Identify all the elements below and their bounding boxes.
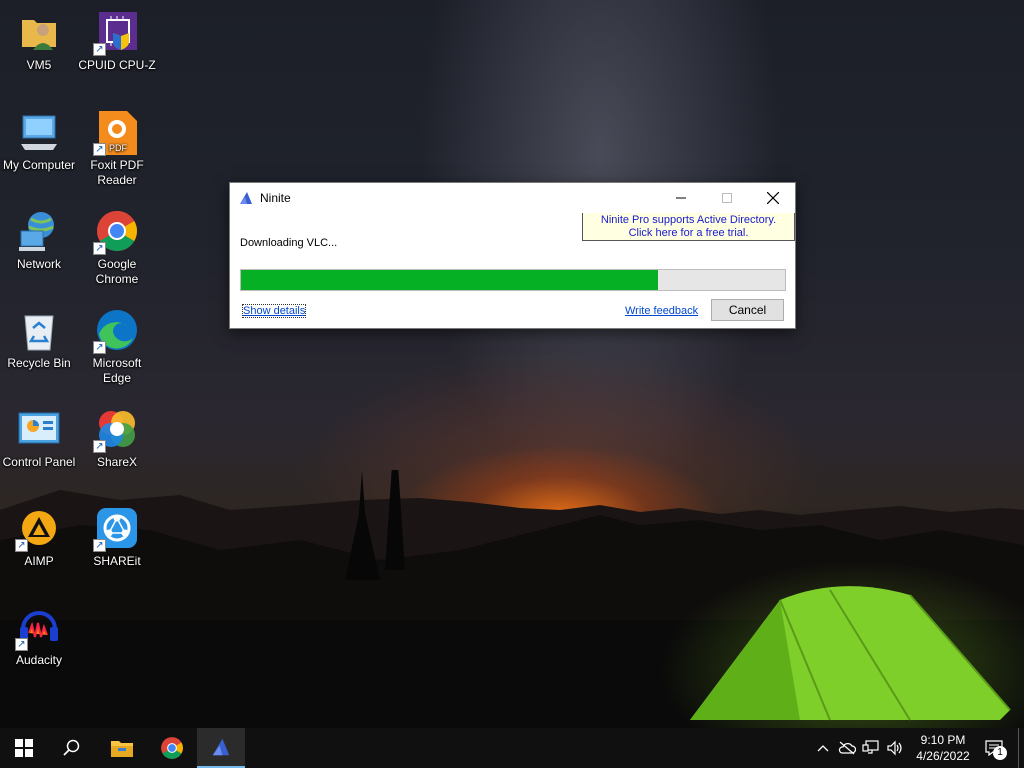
desktop-icon-edge[interactable]: ↗ Microsoft Edge [78, 306, 156, 386]
desktop-icon-foxit[interactable]: PDF ↗ Foxit PDF Reader [78, 108, 156, 188]
chevron-up-icon [817, 745, 829, 752]
chrome-icon: ↗ [93, 207, 141, 255]
desktop-icon-my-computer[interactable]: My Computer [0, 108, 78, 173]
foxit-pdf-icon: PDF ↗ [93, 108, 141, 156]
shortcut-arrow-icon: ↗ [93, 242, 106, 255]
user-folder-icon [15, 8, 63, 56]
show-desktop-button[interactable] [1018, 728, 1024, 768]
desktop-icon-recycle-bin[interactable]: Recycle Bin [0, 306, 78, 371]
network-icon [15, 207, 63, 255]
start-button[interactable] [0, 728, 48, 768]
audacity-icon: ↗ [15, 603, 63, 651]
close-icon [767, 192, 779, 204]
window-client-area: Ninite Pro supports Active Directory. Cl… [230, 213, 795, 328]
ninite-window: Ninite Ninite Pro supports Active Direct… [229, 182, 796, 329]
download-progress-bar [240, 269, 786, 291]
shortcut-arrow-icon: ↗ [15, 638, 28, 651]
network-wired-icon [862, 740, 879, 754]
write-feedback-link[interactable]: Write feedback [625, 305, 698, 317]
close-button[interactable] [750, 183, 796, 213]
taskbar-clock[interactable]: 9:10 PM 4/26/2022 [912, 732, 974, 764]
show-details-link[interactable]: Show details [241, 304, 307, 318]
shareit-icon: ↗ [93, 504, 141, 552]
taskbar-chrome[interactable] [148, 728, 196, 768]
show-hidden-icons-button[interactable] [814, 728, 832, 768]
window-titlebar[interactable]: Ninite [230, 183, 795, 213]
promo-line-2: Click here for a free trial. [628, 227, 749, 239]
progress-fill [241, 270, 658, 290]
minimize-icon [676, 197, 686, 199]
shortcut-arrow-icon: ↗ [93, 539, 106, 552]
windows-logo-icon [15, 739, 33, 757]
chrome-icon [161, 737, 183, 759]
cloud-offline-icon [838, 741, 856, 755]
taskbar-ninite[interactable] [197, 728, 245, 768]
ninite-logo-icon [212, 738, 230, 756]
desktop-icon-vm5[interactable]: VM5 [0, 8, 78, 73]
shortcut-arrow-icon: ↗ [93, 43, 106, 56]
speaker-icon [887, 740, 902, 756]
shortcut-arrow-icon: ↗ [93, 440, 106, 453]
desktop-icon-shareit[interactable]: ↗ SHAREit [78, 504, 156, 569]
taskbar-file-explorer[interactable] [98, 728, 146, 768]
file-explorer-icon [111, 741, 133, 757]
tent-illustration [690, 586, 1011, 721]
tray-onedrive[interactable] [836, 728, 858, 768]
search-icon [63, 739, 80, 756]
recycle-bin-icon [15, 306, 63, 354]
desktop-icon-audacity[interactable]: ↗ Audacity [0, 603, 78, 668]
maximize-button[interactable] [704, 183, 750, 213]
tray-network[interactable] [860, 728, 882, 768]
tray-volume[interactable] [884, 728, 906, 768]
shortcut-arrow-icon: ↗ [93, 341, 106, 354]
ninite-pro-promo-link[interactable]: Ninite Pro supports Active Directory. Cl… [582, 213, 795, 241]
action-center-button[interactable]: 1 [982, 728, 1007, 768]
shortcut-arrow-icon: ↗ [15, 539, 28, 552]
desktop-icon-sharex[interactable]: ↗ ShareX [78, 405, 156, 470]
maximize-icon [722, 193, 732, 203]
shortcut-arrow-icon: ↗ [93, 143, 106, 156]
minimize-button[interactable] [658, 183, 704, 213]
promo-line-1: Ninite Pro supports Active Directory. [600, 214, 777, 226]
svg-text:PDF: PDF [109, 143, 128, 153]
edge-icon: ↗ [93, 306, 141, 354]
desktop-icon-chrome[interactable]: ↗ Google Chrome [78, 207, 156, 287]
control-panel-icon [15, 405, 63, 453]
aimp-icon: ↗ [15, 504, 63, 552]
notification-count-badge: 1 [993, 746, 1007, 760]
desktop-icon-network[interactable]: Network [0, 207, 78, 272]
clock-time: 9:10 PM [920, 733, 966, 747]
ninite-logo-icon [240, 192, 252, 204]
desktop-icon-control-panel[interactable]: Control Panel [0, 405, 78, 470]
cancel-button[interactable]: Cancel [711, 299, 784, 321]
clock-date: 4/26/2022 [916, 749, 970, 763]
cpu-z-icon: ↗ [93, 8, 141, 56]
download-status-text: Downloading VLC... [240, 237, 338, 249]
desktop-icon-aimp[interactable]: ↗ AIMP [0, 504, 78, 569]
desktop-icon-cpu-z[interactable]: ↗ CPUID CPU-Z [78, 8, 156, 73]
computer-icon [15, 108, 63, 156]
sharex-icon: ↗ [93, 405, 141, 453]
taskbar: 9:10 PM 4/26/2022 1 [0, 728, 1024, 768]
window-title: Ninite [260, 191, 291, 205]
search-button[interactable] [48, 728, 96, 768]
